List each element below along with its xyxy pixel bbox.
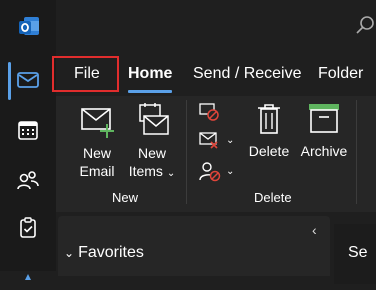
clean-up-icon <box>199 132 218 149</box>
message-list-header-text: Se <box>348 244 368 261</box>
new-items-label-2: Items ⌄ <box>128 163 176 179</box>
favorites-label: Favorites <box>78 244 144 261</box>
delete-label: Delete <box>248 143 290 159</box>
search-icon[interactable] <box>354 14 376 36</box>
group-separator <box>186 100 187 204</box>
mail-icon[interactable] <box>0 60 56 100</box>
delete-button[interactable]: Delete <box>246 102 292 160</box>
tab-folder[interactable]: Folder <box>318 52 363 96</box>
todo-icon[interactable] <box>0 208 56 248</box>
chevron-down-icon: ⌄ <box>226 165 235 177</box>
tab-home[interactable]: Home <box>128 52 173 96</box>
more-apps-icon[interactable] <box>0 250 56 290</box>
archive-icon <box>309 104 339 133</box>
collapse-pane-icon[interactable]: ‹ <box>312 222 317 238</box>
group-label-new: New <box>112 190 139 205</box>
ribbon: New Email New Items ⌄ New ⌄ ⌄ Delete Arc… <box>56 96 376 212</box>
new-email-button[interactable]: New Email <box>74 104 120 180</box>
app-rail <box>0 0 56 280</box>
archive-label: Archive <box>300 143 348 159</box>
people-icon[interactable] <box>0 160 56 200</box>
ignore-icon <box>199 103 219 121</box>
file-tab-highlight <box>52 56 119 92</box>
favorites-header[interactable]: ⌄ Favorites <box>64 244 144 262</box>
calendar-icon[interactable] <box>0 110 56 150</box>
junk-icon <box>199 162 221 182</box>
trash-icon <box>258 104 280 134</box>
junk-button[interactable]: ⌄ <box>198 160 234 182</box>
chevron-down-icon: ⌄ <box>166 168 176 179</box>
new-email-label-2: Email <box>79 163 115 179</box>
group-label-delete: Delete <box>254 190 292 205</box>
archive-button[interactable]: Archive <box>296 102 352 160</box>
tab-send-receive[interactable]: Send / Receive <box>193 52 302 96</box>
new-email-label-1: New <box>82 145 111 161</box>
ignore-button[interactable] <box>198 102 222 122</box>
group-separator <box>356 100 357 204</box>
chevron-down-icon: ⌄ <box>226 134 235 146</box>
new-items-icon <box>139 103 169 135</box>
clean-up-button[interactable]: ⌄ <box>198 130 234 150</box>
new-items-button[interactable]: New Items ⌄ <box>126 102 178 183</box>
outlook-logo-icon <box>18 16 39 38</box>
chevron-down-icon: ⌄ <box>64 246 75 260</box>
new-email-icon <box>81 108 114 138</box>
new-items-label-1: New <box>137 145 166 161</box>
